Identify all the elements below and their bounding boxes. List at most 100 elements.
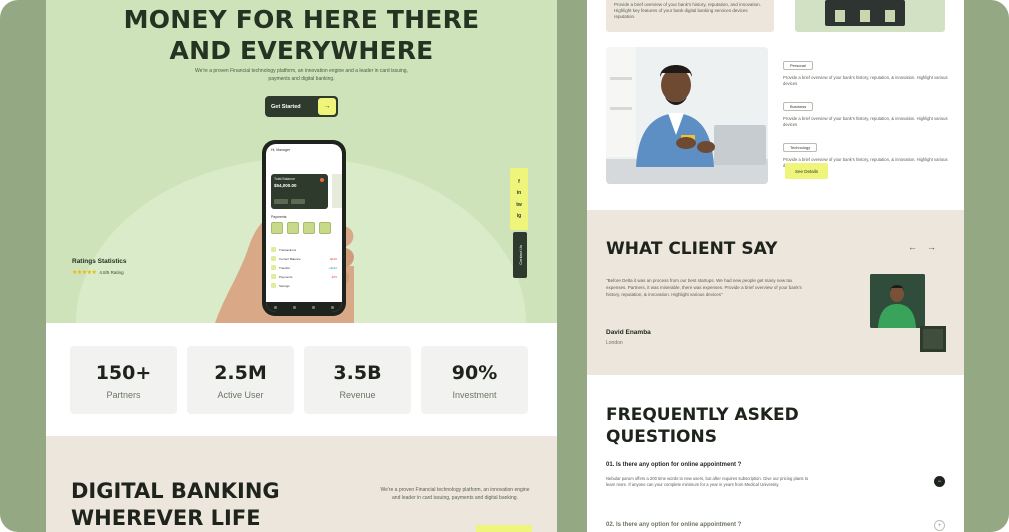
digital-banking-button[interactable]: [476, 525, 532, 532]
payment-tiles: [271, 222, 331, 234]
instagram-icon[interactable]: ig: [517, 213, 521, 219]
phone-greeting: Hi, Manager: [271, 148, 291, 152]
laptop-mockup: [825, 0, 905, 26]
collapse-icon[interactable]: −: [934, 476, 945, 487]
list-item-name: Payments: [279, 274, 293, 279]
digital-banking-title-line-1: DIGITAL BANKING: [71, 479, 280, 503]
stat-card: 2.5M Active User: [187, 346, 294, 414]
stat-card: 90% Investment: [421, 346, 528, 414]
list-item[interactable]: Transfer +$240: [271, 263, 337, 272]
feature-overview-text: Provide a brief overview of your bank's …: [614, 2, 761, 19]
tag-personal[interactable]: Personal: [783, 61, 813, 70]
tag-technology[interactable]: Technology: [783, 143, 818, 152]
faq-title-line-1: FREQUENTLY ASKED: [606, 405, 799, 425]
ratings-label: Ratings Statistics: [72, 258, 127, 265]
balance-card-amount: $54,000.00: [274, 183, 297, 188]
nav-chart-icon[interactable]: [312, 305, 315, 309]
ratings-value: 4.8/5 Rating: [99, 270, 124, 275]
nav-profile-icon[interactable]: [331, 305, 334, 309]
star-rating-icon: ★★★★★: [72, 270, 97, 276]
hero-title-line-1: MONEY FOR HERE THERE: [123, 5, 480, 34]
screen-widget: [885, 10, 895, 22]
arrow-left-icon[interactable]: ←: [908, 242, 927, 252]
client-name: David Enamba: [606, 329, 651, 336]
arrow-right-icon: →: [318, 98, 336, 115]
client-avatar: [870, 274, 925, 328]
landing-page-right: Provide a brief overview of your bank's …: [587, 0, 964, 532]
hero-title: MONEY FOR HERE THERE AND EVERYWHERE: [46, 4, 557, 66]
ratings-statistics: Ratings Statistics ★★★★★ 4.8/5 Rating: [72, 258, 127, 276]
screen-widget: [835, 10, 845, 22]
phone-bottom-nav: [266, 302, 342, 312]
list-item-amount: +$240: [328, 265, 337, 270]
phone-mockup: Hi, Manager Total Balance $54,000.00 Pay…: [262, 140, 346, 316]
stat-label: Investment: [452, 390, 497, 400]
list-item-name: Transactions: [279, 247, 297, 252]
card-stat-chip: [274, 199, 288, 204]
balance-card-label: Total Balance: [274, 177, 296, 181]
expand-icon[interactable]: +: [934, 520, 945, 531]
transaction-icon: [271, 274, 276, 279]
list-item[interactable]: Savings: [271, 281, 337, 290]
see-details-button[interactable]: See Details: [785, 163, 828, 179]
stat-label: Active User: [217, 390, 264, 400]
list-item-amount: -$75: [330, 274, 337, 279]
contact-us-label: Contact Us: [517, 245, 523, 265]
contact-us-tab[interactable]: Contact Us: [513, 232, 527, 278]
man-with-card-illustration: [606, 47, 768, 184]
twitter-icon[interactable]: tw: [516, 202, 522, 208]
stat-value: 2.5M: [214, 362, 267, 384]
transaction-list: Transactions Current Balance -$120 Transf…: [271, 245, 337, 290]
feature-item: Business Provide a brief overview of you…: [783, 95, 953, 128]
digital-banking-title: DIGITAL BANKING WHEREVER LIFE: [71, 478, 280, 532]
faq-title-line-2: QUESTIONS: [606, 427, 717, 447]
stat-label: Partners: [106, 390, 141, 400]
faq-answer-1: Nebular parum offers a 200 time words to…: [606, 476, 809, 487]
tag-business[interactable]: Business: [783, 102, 814, 111]
app-preview-box: [795, 0, 945, 32]
list-item[interactable]: Transactions: [271, 245, 337, 254]
list-item[interactable]: Payments -$75: [271, 272, 337, 281]
phone-screen: Hi, Manager Total Balance $54,000.00 Pay…: [266, 144, 342, 312]
transaction-icon: [271, 247, 276, 252]
decorative-square-inner: [923, 329, 943, 349]
digital-banking-section: DIGITAL BANKING WHEREVER LIFE We're a pr…: [46, 436, 557, 532]
list-item-name: Current Balance: [279, 256, 301, 261]
arrow-right-icon[interactable]: →: [927, 242, 946, 252]
payment-tile[interactable]: [271, 222, 283, 234]
list-item-name: Transfer: [279, 265, 291, 270]
digital-banking-title-line-2: WHEREVER LIFE: [71, 506, 261, 530]
stat-card: 150+ Partners: [70, 346, 177, 414]
stat-label: Revenue: [339, 390, 376, 400]
get-started-button[interactable]: Get Started →: [265, 96, 338, 117]
showcase-frame: MONEY FOR HERE THERE AND EVERYWHERE We'r…: [0, 0, 1009, 532]
transaction-icon: [271, 265, 276, 270]
testimonial-section: WHAT CLIENT SAY ←→ "Before Delta it was …: [587, 210, 964, 375]
linkedin-icon[interactable]: in: [517, 190, 521, 196]
nav-home-icon[interactable]: [274, 305, 277, 309]
digital-banking-description: We're a proven Financial technology plat…: [380, 487, 530, 501]
hero-subtitle: We're a proven Financial technology plat…: [195, 68, 408, 82]
testimonial-quote: "Before Delta it was an process from our…: [606, 278, 802, 297]
stat-value: 90%: [451, 362, 498, 384]
payment-tile[interactable]: [303, 222, 315, 234]
testimonial-nav: ←→: [908, 242, 946, 252]
faq-question-1[interactable]: 01. Is there any option for online appoi…: [606, 462, 741, 468]
payment-tile[interactable]: [319, 222, 331, 234]
hero-title-line-2: AND EVERYWHERE: [169, 36, 434, 65]
next-card-peek: [332, 174, 342, 208]
social-links-bar: f in tw ig: [510, 168, 528, 230]
list-item-amount: -$120: [329, 256, 337, 261]
stat-value: 3.5B: [333, 362, 382, 384]
faq-question-2[interactable]: 02. Is there any option for online appoi…: [606, 522, 741, 528]
man-with-card-photo: [606, 47, 768, 184]
testimonial-title: WHAT CLIENT SAY: [606, 239, 778, 259]
transaction-icon: [271, 283, 276, 288]
facebook-icon[interactable]: f: [518, 179, 520, 185]
list-item[interactable]: Current Balance -$120: [271, 254, 337, 263]
nav-cards-icon[interactable]: [293, 305, 296, 309]
card-logo-icon: [320, 178, 324, 182]
feature-overview-box: Provide a brief overview of your bank's …: [606, 0, 774, 32]
feature-tags: Personal Provide a brief overview of you…: [783, 54, 953, 177]
payment-tile[interactable]: [287, 222, 299, 234]
